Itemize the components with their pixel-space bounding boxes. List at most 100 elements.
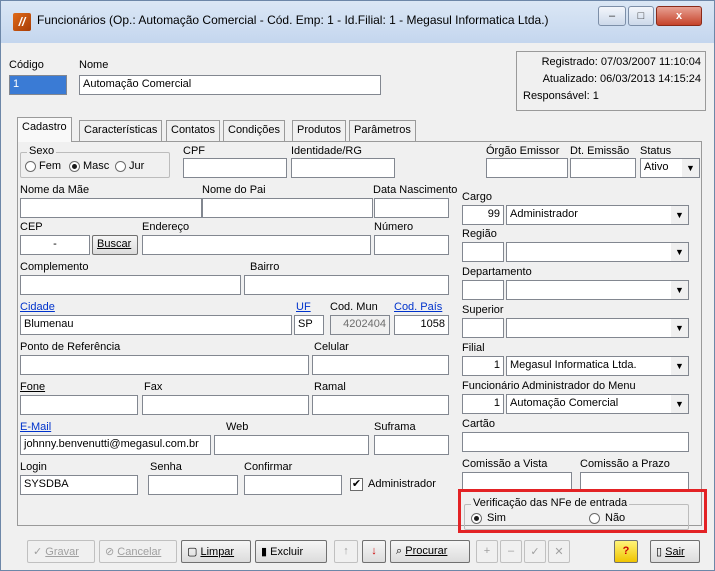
uf-input[interactable]: SP xyxy=(294,315,324,335)
title-bar[interactable]: // Funcionários (Op.: Automação Comercia… xyxy=(1,1,714,43)
pai-label: Nome do Pai xyxy=(202,184,266,196)
pai-input[interactable] xyxy=(202,198,373,218)
complemento-input[interactable] xyxy=(20,275,241,295)
cod-pais-link[interactable]: Cod. País xyxy=(394,301,442,313)
filial-label: Filial xyxy=(462,342,485,354)
endereco-input[interactable] xyxy=(142,235,371,255)
sair-button[interactable]: ▯ Sair xyxy=(650,540,700,563)
func-admin-select[interactable]: Automação Comercial ▼ xyxy=(506,394,689,414)
cep-label: CEP xyxy=(20,221,43,233)
check-icon: ✓ xyxy=(33,546,43,558)
cod-mun-label: Cod. Mun xyxy=(330,301,378,313)
radio-masc[interactable] xyxy=(69,161,80,172)
trash-icon: ▮ xyxy=(261,546,268,558)
tab-caracteristicas[interactable]: Características xyxy=(79,120,163,141)
cpf-input[interactable] xyxy=(183,158,287,178)
cidade-input[interactable]: Blumenau xyxy=(20,315,292,335)
gravar-button[interactable]: ✓ Gravar xyxy=(27,540,95,563)
chevron-down-icon[interactable]: ▼ xyxy=(671,243,688,261)
limpar-button[interactable]: ▢ Limpar xyxy=(181,540,251,563)
dt-emissao-input[interactable] xyxy=(570,158,636,178)
excluir-button[interactable]: ▮ Excluir xyxy=(255,540,327,563)
chevron-down-icon[interactable]: ▼ xyxy=(671,319,688,337)
chevron-down-icon[interactable]: ▼ xyxy=(671,395,688,413)
remove-button[interactable]: – xyxy=(500,540,522,563)
nome-input[interactable]: Automação Comercial xyxy=(79,75,381,95)
add-button[interactable]: + xyxy=(476,540,498,563)
ponto-ref-input[interactable] xyxy=(20,355,309,375)
superior-select[interactable]: ▼ xyxy=(506,318,689,338)
tab-condicoes[interactable]: Condições xyxy=(223,120,285,141)
chevron-down-icon[interactable]: ▼ xyxy=(671,206,688,224)
superior-label: Superior xyxy=(462,304,504,316)
tab-cadastro[interactable]: Cadastro xyxy=(17,117,72,142)
tab-contatos[interactable]: Contatos xyxy=(166,120,221,141)
chevron-down-icon[interactable]: ▼ xyxy=(682,159,699,177)
administrador-label: Administrador xyxy=(368,478,436,490)
departamento-select[interactable]: ▼ xyxy=(506,280,689,300)
cancelar-button[interactable]: ⊘ Cancelar xyxy=(99,540,177,563)
cep-input[interactable]: - xyxy=(20,235,90,255)
orgao-emissor-input[interactable] xyxy=(486,158,568,178)
move-down-button[interactable]: ↓ xyxy=(362,540,386,563)
suframa-input[interactable] xyxy=(374,435,449,455)
close-button[interactable]: x xyxy=(656,6,702,26)
confirmar-label: Confirmar xyxy=(244,461,293,473)
tab-parametros[interactable]: Parâmetros xyxy=(349,120,416,141)
tab-produtos[interactable]: Produtos xyxy=(292,120,347,141)
regiao-select[interactable]: ▼ xyxy=(506,242,689,262)
fax-input[interactable] xyxy=(142,395,309,415)
cartao-label: Cartão xyxy=(462,418,496,430)
chevron-down-icon[interactable]: ▼ xyxy=(671,357,688,375)
celular-input[interactable] xyxy=(312,355,449,375)
discard-button[interactable]: ✕ xyxy=(548,540,570,563)
regiao-label: Região xyxy=(462,228,497,240)
cargo-code-input[interactable]: 99 xyxy=(462,205,504,225)
status-select[interactable]: Ativo ▼ xyxy=(640,158,700,178)
maximize-button[interactable]: □ xyxy=(628,6,654,26)
senha-label: Senha xyxy=(150,461,182,473)
filial-code-input[interactable]: 1 xyxy=(462,356,504,376)
procurar-button[interactable]: ⌕ Procurar xyxy=(390,540,470,563)
senha-input[interactable] xyxy=(148,475,238,495)
confirm-button[interactable]: ✓ xyxy=(524,540,546,563)
departamento-code-input[interactable] xyxy=(462,280,504,300)
administrador-checkbox[interactable]: ✔ xyxy=(350,478,363,491)
identidade-input[interactable] xyxy=(291,158,395,178)
chevron-down-icon[interactable]: ▼ xyxy=(671,281,688,299)
superior-code-input[interactable] xyxy=(462,318,504,338)
mae-input[interactable] xyxy=(20,198,202,218)
func-admin-code-input[interactable]: 1 xyxy=(462,394,504,414)
help-button[interactable]: ? xyxy=(614,540,638,563)
radio-fem[interactable] xyxy=(25,161,36,172)
codigo-input[interactable]: 1 xyxy=(9,75,67,95)
funcionarios-window: // Funcionários (Op.: Automação Comercia… xyxy=(0,0,715,571)
confirmar-input[interactable] xyxy=(244,475,342,495)
bairro-input[interactable] xyxy=(244,275,449,295)
ramal-input[interactable] xyxy=(312,395,449,415)
login-label: Login xyxy=(20,461,47,473)
window-title: Funcionários (Op.: Automação Comercial -… xyxy=(37,13,549,27)
form-area: Código 1 Nome Automação Comercial Regist… xyxy=(9,43,706,564)
filial-select[interactable]: Megasul Informatica Ltda. ▼ xyxy=(506,356,689,376)
email-input[interactable]: johnny.benvenutti@megasul.com.br xyxy=(20,435,211,455)
move-up-button[interactable]: ↑ xyxy=(334,540,358,563)
cod-pais-input[interactable]: 1058 xyxy=(394,315,449,335)
cidade-link[interactable]: Cidade xyxy=(20,301,55,313)
email-link[interactable]: E-Mail xyxy=(20,421,51,433)
web-input[interactable] xyxy=(214,435,369,455)
minimize-button[interactable]: – xyxy=(598,6,626,26)
suframa-label: Suframa xyxy=(374,421,416,433)
cartao-input[interactable] xyxy=(462,432,689,452)
door-icon: ▯ xyxy=(656,546,663,558)
login-input[interactable]: SYSDBA xyxy=(20,475,138,495)
uf-link[interactable]: UF xyxy=(296,301,311,313)
nascimento-input[interactable] xyxy=(374,198,449,218)
regiao-code-input[interactable] xyxy=(462,242,504,262)
responsavel-text: Responsável: 1 xyxy=(523,90,599,102)
radio-jur[interactable] xyxy=(115,161,126,172)
fone-input[interactable] xyxy=(20,395,138,415)
cargo-select[interactable]: Administrador ▼ xyxy=(506,205,689,225)
buscar-button[interactable]: Buscar xyxy=(92,235,138,255)
numero-input[interactable] xyxy=(374,235,449,255)
